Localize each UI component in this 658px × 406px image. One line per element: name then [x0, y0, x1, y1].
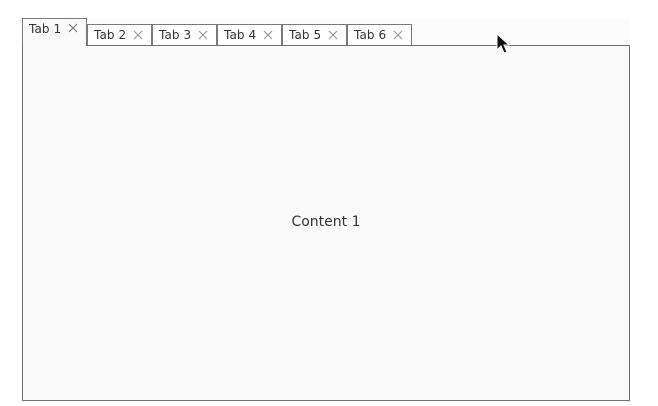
close-icon[interactable] — [197, 29, 209, 41]
tab-2[interactable]: Tab 2 — [87, 24, 152, 45]
tab-4[interactable]: Tab 4 — [217, 24, 282, 45]
tab-label: Tab 1 — [29, 22, 62, 36]
tab-3[interactable]: Tab 3 — [152, 24, 217, 45]
tab-label: Tab 2 — [94, 28, 127, 42]
tab-5[interactable]: Tab 5 — [282, 24, 347, 45]
close-icon[interactable] — [392, 29, 404, 41]
tab-bar: Tab 1 Tab 2 Tab 3 Tab 4 Tab 5 Tab 6 — [22, 18, 630, 46]
mouse-pointer-icon — [496, 33, 510, 54]
close-icon[interactable] — [67, 22, 79, 34]
tab-1[interactable]: Tab 1 — [22, 18, 87, 46]
content-text: Content 1 — [291, 214, 361, 230]
close-icon[interactable] — [327, 29, 339, 41]
close-icon[interactable] — [132, 29, 144, 41]
tab-content-panel: Content 1 — [22, 45, 630, 401]
tab-label: Tab 5 — [289, 28, 322, 42]
tabs-demo-window: Tab 1 Tab 2 Tab 3 Tab 4 Tab 5 Tab 6 Cont… — [0, 0, 658, 406]
tab-label: Tab 6 — [354, 28, 387, 42]
tab-6[interactable]: Tab 6 — [347, 24, 412, 45]
tab-label: Tab 3 — [159, 28, 192, 42]
close-icon[interactable] — [262, 29, 274, 41]
tab-label: Tab 4 — [224, 28, 257, 42]
